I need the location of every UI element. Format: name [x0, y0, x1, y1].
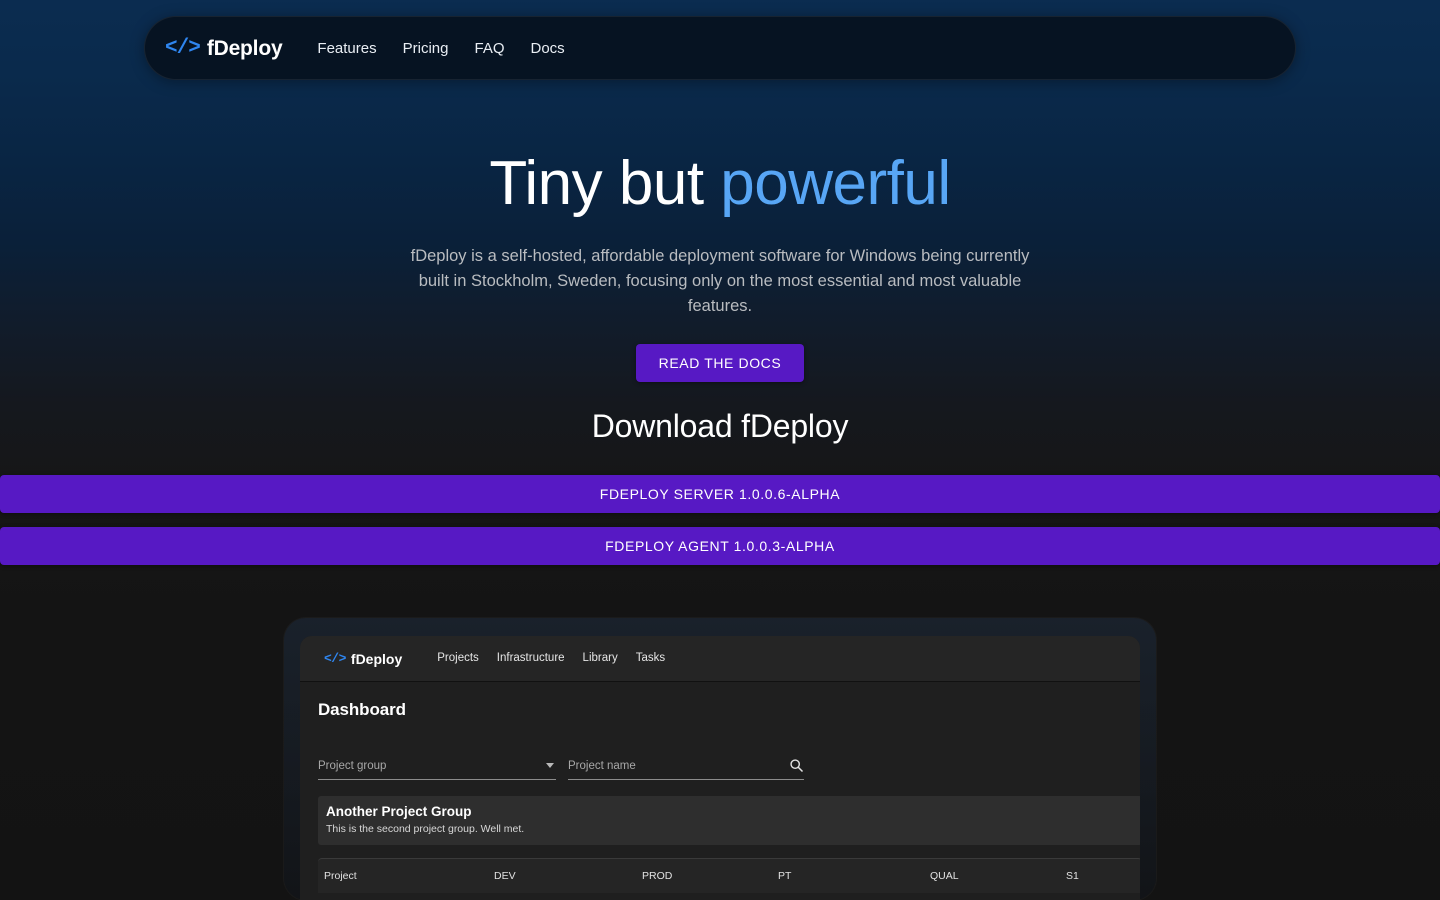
dashboard-heading: Dashboard — [318, 700, 406, 719]
table-column-prod: PROD — [642, 869, 673, 882]
top-navbar: </> fDeploy Features Pricing FAQ Docs — [144, 16, 1296, 80]
table-column-qual: QUAL — [930, 869, 959, 882]
project-group-label: Project group — [318, 759, 387, 772]
project-name-input[interactable]: Project name — [568, 754, 804, 780]
table-header-row: Project DEV PROD PT QUAL S1 — [318, 859, 1140, 893]
code-brackets-icon: </> — [324, 651, 346, 666]
hero-title-accent: powerful — [720, 149, 951, 218]
app-nav-link-tasks[interactable]: Tasks — [627, 649, 674, 669]
nav-link-pricing[interactable]: Pricing — [390, 35, 462, 62]
hero-section: Tiny but powerful fDeploy is a self-host… — [0, 149, 1440, 383]
project-group-title: Another Project Group — [326, 804, 472, 819]
projects-table: Project DEV PROD PT QUAL S1 — [318, 857, 1140, 893]
download-section: Download fDeploy FDEPLOY SERVER 1.0.0.6-… — [0, 408, 1440, 565]
read-the-docs-button[interactable]: READ THE DOCS — [635, 344, 805, 383]
nav-link-docs[interactable]: Docs — [518, 35, 578, 62]
project-name-label: Project name — [568, 759, 636, 772]
page-title: Tiny but powerful — [0, 149, 1440, 218]
nav-links: Features Pricing FAQ Docs — [304, 35, 577, 62]
code-brackets-icon: </> — [165, 36, 201, 60]
download-agent-button[interactable]: FDEPLOY AGENT 1.0.0.3-ALPHA — [0, 527, 1440, 565]
app-nav-link-infrastructure[interactable]: Infrastructure — [488, 649, 574, 669]
hero-title-plain: Tiny but — [489, 149, 721, 218]
filter-row: Project group Project name — [318, 754, 1122, 780]
download-heading: Download fDeploy — [591, 408, 849, 444]
chevron-down-icon — [546, 763, 554, 768]
brand-logo[interactable]: </> fDeploy — [165, 36, 283, 60]
table-column-pt: PT — [778, 869, 792, 882]
app-preview-frame: </> fDeploy Projects Infrastructure Libr… — [284, 618, 1156, 900]
app-nav-links: Projects Infrastructure Library Tasks — [428, 649, 674, 669]
table-column-dev: DEV — [494, 869, 516, 882]
app-content: Dashboard Project group Project name Ano… — [300, 682, 1140, 900]
app-brand-logo[interactable]: </> fDeploy — [324, 652, 402, 666]
app-nav-link-projects[interactable]: Projects — [428, 649, 488, 669]
search-icon[interactable] — [789, 758, 804, 773]
project-group-description: This is the second project group. Well m… — [326, 823, 525, 836]
table-column-project: Project — [324, 869, 357, 882]
landing-page: </> fDeploy Features Pricing FAQ Docs Ti… — [0, 0, 1440, 900]
app-brand-name: fDeploy — [350, 650, 403, 667]
project-group-banner[interactable]: Another Project Group This is the second… — [318, 796, 1140, 845]
nav-link-faq[interactable]: FAQ — [461, 35, 517, 62]
project-group-select[interactable]: Project group — [318, 754, 556, 780]
brand-name: fDeploy — [206, 36, 283, 60]
nav-link-features[interactable]: Features — [304, 35, 389, 62]
hero-subtitle: fDeploy is a self-hosted, affordable dep… — [410, 247, 1030, 315]
app-nav-link-library[interactable]: Library — [574, 649, 627, 669]
table-column-s1: S1 — [1066, 869, 1079, 882]
app-preview-screenshot: </> fDeploy Projects Infrastructure Libr… — [300, 636, 1140, 900]
download-server-button[interactable]: FDEPLOY SERVER 1.0.0.6-ALPHA — [0, 475, 1440, 513]
app-navbar: </> fDeploy Projects Infrastructure Libr… — [300, 636, 1140, 682]
